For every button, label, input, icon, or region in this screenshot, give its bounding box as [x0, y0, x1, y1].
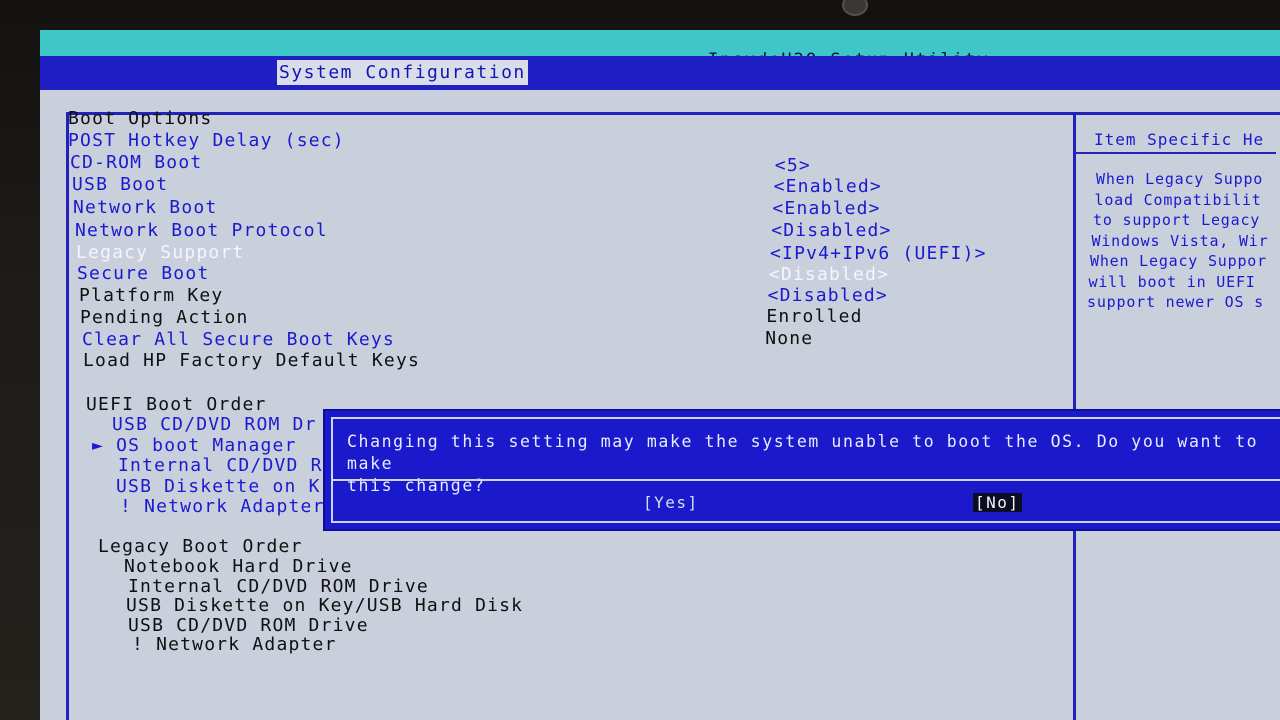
help-line: Windows Vista, Wir — [1091, 231, 1269, 250]
help-line: load Compatibilit — [1094, 190, 1262, 209]
setting-label[interactable]: Secure Boot — [77, 263, 209, 284]
help-line: support newer OS s — [1087, 293, 1264, 311]
legacy-boot-item[interactable]: ! Network Adapter — [132, 634, 337, 655]
help-line: will boot in UEFI — [1088, 272, 1256, 291]
setting-label[interactable]: Network Boot — [73, 197, 217, 218]
setting-value[interactable]: <Enabled> — [772, 198, 880, 219]
setting-value[interactable]: <Disabled> — [769, 264, 889, 285]
help-line: When Legacy Suppor — [1090, 252, 1267, 270]
setting-value[interactable]: <IPv4+IPv6 (UEFI)> — [770, 243, 987, 264]
uefi-boot-item[interactable]: USB Diskette on K — [116, 476, 321, 497]
webcam-icon — [842, 0, 868, 16]
setting-value[interactable]: <Enabled> — [774, 176, 882, 197]
bios-screen: InsydeH2O Setup Utility System Configura… — [40, 30, 1280, 720]
panel-border-top — [66, 112, 1280, 115]
dialog-frame: Changing this setting may make the syste… — [331, 417, 1280, 523]
setting-label[interactable]: Clear All Secure Boot Keys — [82, 329, 395, 350]
setting-value[interactable]: <Disabled> — [768, 285, 888, 306]
uefi-boot-order-heading: UEFI Boot Order — [86, 394, 267, 415]
uefi-boot-item[interactable]: Internal CD/DVD R — [118, 455, 323, 476]
setting-value[interactable]: <5> — [775, 155, 811, 176]
legacy-boot-item[interactable]: USB Diskette on Key/USB Hard Disk — [126, 595, 523, 616]
legacy-boot-item[interactable]: USB CD/DVD ROM Drive — [128, 615, 369, 636]
help-header-divider — [1076, 152, 1276, 154]
setting-label[interactable]: Pending Action — [80, 307, 249, 328]
help-heading: Item Specific He — [1094, 130, 1265, 149]
setting-label[interactable]: POST Hotkey Delay (sec) — [68, 130, 345, 151]
dialog-separator — [333, 479, 1280, 481]
setting-value[interactable]: <Disabled> — [771, 220, 891, 241]
setting-label[interactable]: Load HP Factory Default Keys — [83, 350, 420, 371]
setting-label[interactable]: CD-ROM Boot — [70, 152, 202, 173]
title-bar: InsydeH2O Setup Utility — [40, 30, 1280, 70]
setting-label[interactable]: USB Boot — [72, 174, 168, 195]
tab-bar: System Configuration — [40, 56, 1280, 90]
panel-border-left — [66, 112, 69, 720]
tab-system-configuration[interactable]: System Configuration — [277, 60, 528, 85]
help-line: to support Legacy — [1093, 211, 1261, 229]
uefi-boot-item[interactable]: USB CD/DVD ROM Dr — [112, 414, 317, 435]
legacy-boot-item[interactable]: Notebook Hard Drive — [124, 556, 353, 577]
dialog-message: Changing this setting may make the syste… — [347, 432, 1259, 495]
setting-label[interactable]: Legacy Support — [76, 242, 245, 263]
help-line: When Legacy Suppo — [1096, 170, 1264, 188]
setting-label[interactable]: Network Boot Protocol — [75, 220, 328, 241]
setting-value: Enrolled — [766, 306, 863, 327]
main-panel: Boot Options POST Hotkey Delay (sec) <5> CD… — [48, 92, 1280, 720]
uefi-boot-item[interactable]: ! Network Adapter — [120, 496, 325, 517]
setting-label[interactable]: Platform Key — [79, 285, 223, 306]
yes-button[interactable]: [Yes] — [641, 493, 701, 512]
legacy-boot-item[interactable]: Internal CD/DVD ROM Drive — [128, 576, 429, 597]
no-button[interactable]: [No] — [973, 493, 1022, 512]
uefi-boot-item[interactable]: ► OS boot Manager — [92, 435, 297, 456]
legacy-boot-order-heading: Legacy Boot Order — [98, 536, 303, 557]
confirm-dialog: Changing this setting may make the syste… — [325, 411, 1280, 529]
setting-value: None — [765, 327, 814, 349]
setting-label: Boot Options — [68, 108, 213, 129]
